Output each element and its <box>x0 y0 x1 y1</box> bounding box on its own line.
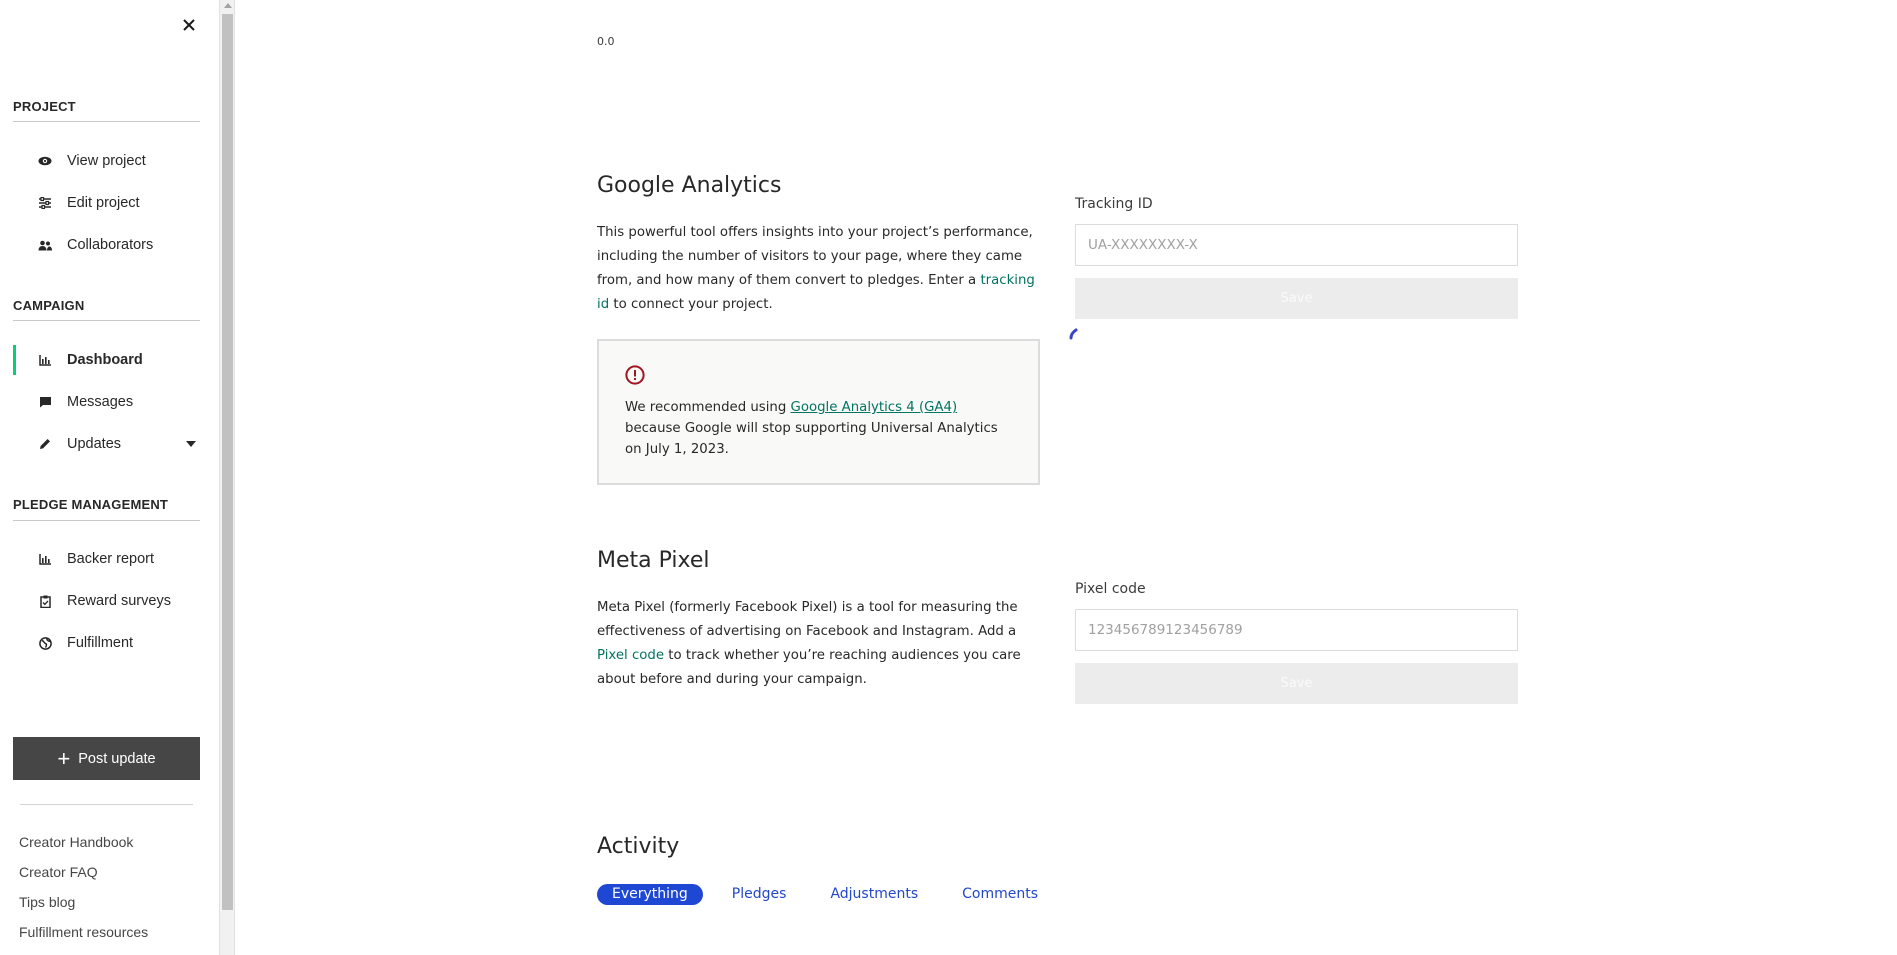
divider <box>13 320 200 321</box>
tracking-id-input[interactable] <box>1075 224 1518 266</box>
sidebar: PROJECT View project Edit project Collab… <box>0 0 219 955</box>
sidebar-item-label: Fulfillment <box>67 635 134 651</box>
sidebar-item-label: Edit project <box>67 195 140 211</box>
ga4-warning-text: We recommended using Google Analytics 4 … <box>625 397 1005 460</box>
sidebar-item-label: Reward surveys <box>67 593 171 609</box>
sidebar-item-dashboard[interactable]: Dashboard <box>13 345 203 375</box>
sidebar-item-updates[interactable]: Updates <box>13 429 200 459</box>
tab-pledges[interactable]: Pledges <box>717 884 802 905</box>
sidebar-item-label: View project <box>67 153 146 169</box>
tab-adjustments[interactable]: Adjustments <box>815 884 933 905</box>
description-text: This powerful tool offers insights into … <box>597 225 1033 288</box>
tab-comments[interactable]: Comments <box>947 884 1053 905</box>
activity-title: Activity <box>597 834 680 859</box>
sidebar-item-edit-project[interactable]: Edit project <box>13 188 200 218</box>
bar-chart-icon <box>37 551 53 567</box>
save-tracking-id-button[interactable]: Save <box>1075 278 1518 319</box>
activity-tabs: Everything Pledges Adjustments Comments <box>597 884 1067 905</box>
sidebar-item-label: Dashboard <box>67 352 143 368</box>
section-title-pledge-management: PLEDGE MANAGEMENT <box>13 497 169 512</box>
sidebar-item-messages[interactable]: Messages <box>13 387 200 417</box>
ga4-link[interactable]: Google Analytics 4 (GA4) <box>791 400 958 415</box>
pencil-icon <box>37 436 53 452</box>
close-icon[interactable] <box>178 14 200 36</box>
chat-icon <box>37 394 53 410</box>
clipboard-icon <box>37 593 53 609</box>
sidebar-item-fulfillment[interactable]: Fulfillment <box>13 628 200 658</box>
warning-text: We recommended using <box>625 400 791 415</box>
creator-faq-link[interactable]: Creator FAQ <box>19 864 98 880</box>
top-value: 0.0 <box>597 35 615 48</box>
section-title-campaign: CAMPAIGN <box>13 298 85 313</box>
divider <box>13 520 200 521</box>
sidebar-item-label: Collaborators <box>67 237 154 253</box>
post-update-label: Post update <box>78 750 156 767</box>
pixel-code-link[interactable]: Pixel code <box>597 648 664 663</box>
sidebar-item-view-project[interactable]: View project <box>13 146 200 176</box>
google-analytics-title: Google Analytics <box>597 173 782 198</box>
description-text: to connect your project. <box>609 297 773 312</box>
description-text: Meta Pixel (formerly Facebook Pixel) is … <box>597 600 1018 639</box>
scroll-up-arrow-icon[interactable] <box>224 3 232 8</box>
divider <box>13 121 200 122</box>
sidebar-item-backer-report[interactable]: Backer report <box>13 544 200 574</box>
google-analytics-description: This powerful tool offers insights into … <box>597 221 1037 317</box>
tips-blog-link[interactable]: Tips blog <box>19 894 75 910</box>
save-pixel-code-button[interactable]: Save <box>1075 663 1518 704</box>
sidebar-item-label: Messages <box>67 394 134 410</box>
pixel-code-label: Pixel code <box>1075 581 1146 597</box>
sliders-icon <box>37 195 53 211</box>
cursor-mark <box>1069 328 1078 340</box>
creator-handbook-link[interactable]: Creator Handbook <box>19 834 133 850</box>
divider <box>20 804 193 805</box>
sidebar-item-label: Updates <box>67 436 122 452</box>
warning-text: because Google will stop supporting Univ… <box>625 421 998 457</box>
sidebar-scrollbar[interactable] <box>219 0 235 955</box>
plus-icon: + <box>57 745 71 771</box>
eye-icon <box>37 153 53 169</box>
sidebar-item-collaborators[interactable]: Collaborators <box>13 230 200 260</box>
pixel-code-input[interactable] <box>1075 609 1518 651</box>
people-icon <box>37 237 53 253</box>
globe-icon <box>37 635 53 651</box>
meta-pixel-description: Meta Pixel (formerly Facebook Pixel) is … <box>597 596 1037 692</box>
tab-everything[interactable]: Everything <box>597 884 703 905</box>
chevron-down-icon[interactable] <box>186 441 196 447</box>
bar-chart-icon <box>37 352 53 368</box>
post-update-button[interactable]: + Post update <box>13 737 200 780</box>
ga4-warning-box: We recommended using Google Analytics 4 … <box>597 339 1040 485</box>
sidebar-item-reward-surveys[interactable]: Reward surveys <box>13 586 200 616</box>
fulfillment-resources-link[interactable]: Fulfillment resources <box>19 924 148 940</box>
section-title-project: PROJECT <box>13 99 76 114</box>
sidebar-item-label: Backer report <box>67 551 155 567</box>
scrollbar-thumb[interactable] <box>222 14 233 910</box>
alert-circle-icon <box>625 365 645 390</box>
meta-pixel-title: Meta Pixel <box>597 548 710 573</box>
tracking-id-label: Tracking ID <box>1075 196 1153 212</box>
